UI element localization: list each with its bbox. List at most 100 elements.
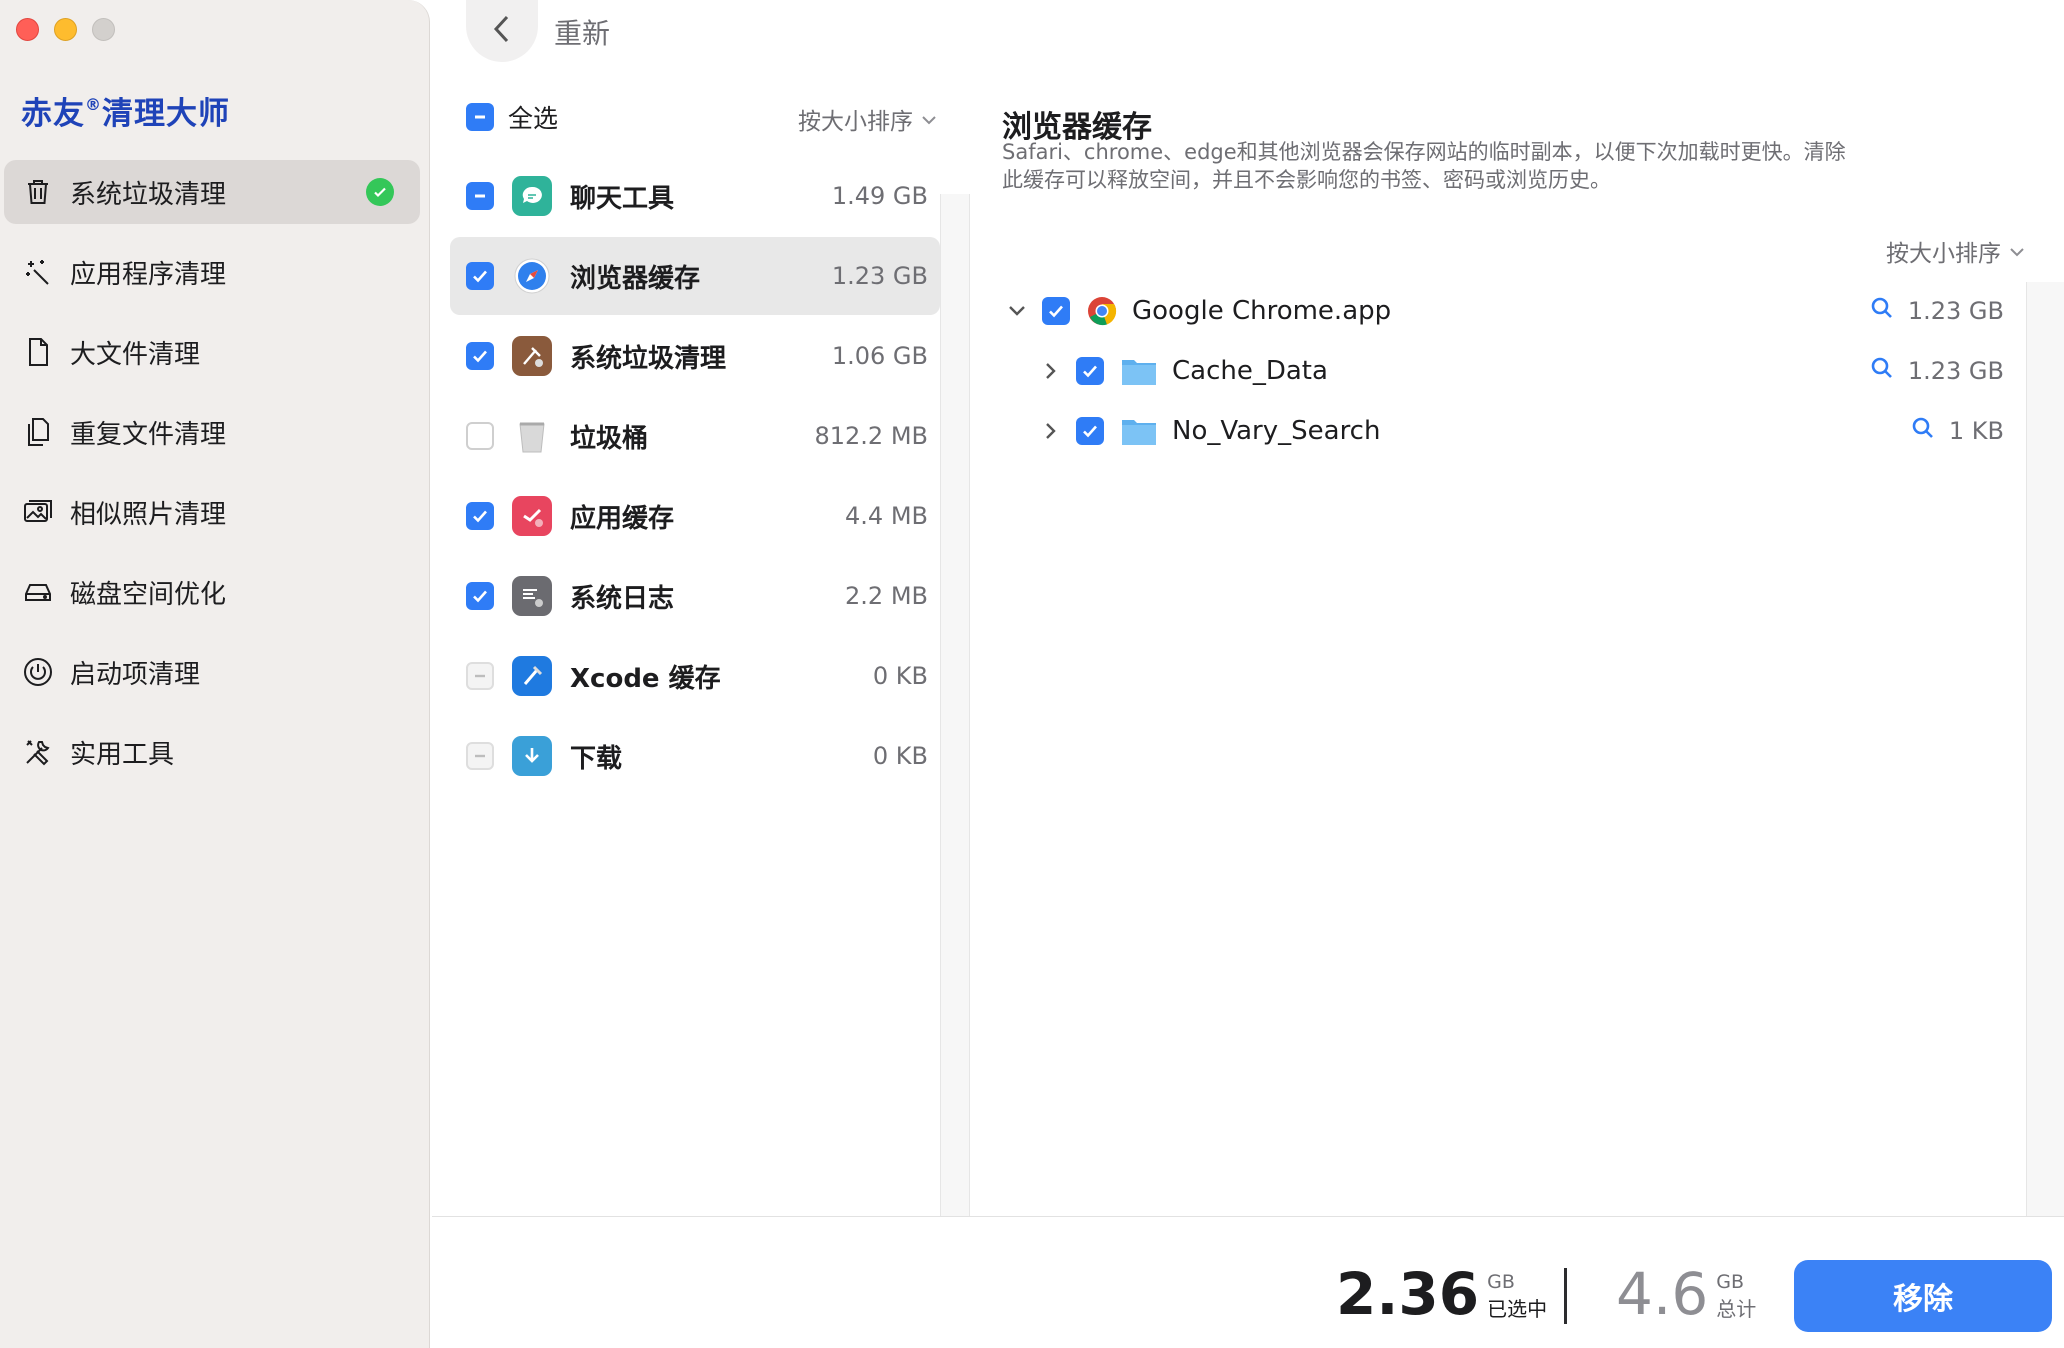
chevron-right-icon[interactable] — [1036, 421, 1066, 441]
list-item-label: 聊天工具 — [570, 183, 675, 214]
sidebar-item-label: 实用工具 — [70, 739, 175, 770]
sidebar-item-startup[interactable]: 启动项清理 — [4, 640, 420, 704]
sidebar-item-system-junk[interactable]: 系统垃圾清理 — [4, 160, 420, 224]
disk-icon — [20, 574, 56, 610]
row-checkbox[interactable] — [466, 742, 494, 770]
list-item-downloads[interactable]: 下载 0 KB — [450, 717, 940, 795]
list-item-size: 4.4 MB — [845, 502, 928, 530]
minimize-window-button[interactable] — [54, 18, 77, 41]
chevron-down-icon[interactable] — [1002, 304, 1032, 318]
row-checkbox[interactable] — [466, 262, 494, 290]
sort-dropdown[interactable]: 按大小排序 — [798, 102, 937, 136]
sidebar-item-label: 相似照片清理 — [70, 499, 227, 530]
total-size-value: 4.6 — [1616, 1260, 1709, 1328]
list-item-size: 1.06 GB — [831, 342, 928, 370]
tree-row-no-vary-search[interactable]: No_Vary_Search — [1036, 406, 1380, 456]
tree-size-cache-data: 1.23 GB — [1870, 356, 2004, 386]
row-checkbox[interactable] — [466, 662, 494, 690]
tools-icon — [20, 734, 56, 770]
detail-scrollbar-track[interactable] — [2026, 282, 2064, 1216]
tree-row-cache-data[interactable]: Cache_Data — [1036, 346, 1328, 396]
list-item-size: 0 KB — [872, 662, 928, 690]
list-item-size: 0 KB — [872, 742, 928, 770]
zoom-window-button[interactable] — [92, 18, 115, 41]
select-all[interactable]: 全选 — [466, 99, 558, 135]
sidebar-item-tools[interactable]: 实用工具 — [4, 720, 420, 784]
list-item-size: 1.49 GB — [831, 182, 928, 210]
tree-row-chrome[interactable]: Google Chrome.app — [1002, 286, 1391, 336]
tree-item-size: 1.23 GB — [1907, 357, 2004, 385]
list-item-app-cache[interactable]: 应用缓存 4.4 MB — [450, 477, 940, 555]
chevron-left-icon — [491, 13, 513, 49]
folder-icon — [1120, 415, 1158, 447]
window-controls — [16, 18, 115, 41]
sort-label: 按大小排序 — [798, 109, 913, 135]
select-all-checkbox[interactable] — [466, 103, 494, 131]
row-checkbox[interactable] — [466, 502, 494, 530]
page-title: 重新 — [554, 17, 611, 50]
row-checkbox[interactable] — [466, 182, 494, 210]
tree-item-name: Cache_Data — [1172, 356, 1328, 386]
remove-button[interactable]: 移除 — [1794, 1260, 2052, 1332]
sidebar-item-large-files[interactable]: 大文件清理 — [4, 320, 420, 384]
tree-item-size: 1.23 GB — [1907, 297, 2004, 325]
tree-size-chrome: 1.23 GB — [1870, 296, 2004, 326]
back-button[interactable] — [466, 0, 538, 62]
chevron-right-icon[interactable] — [1036, 361, 1066, 381]
tree-item-name: Google Chrome.app — [1132, 296, 1392, 326]
list-scrollbar-track[interactable] — [940, 194, 970, 1216]
sidebar-item-similar-photos[interactable]: 相似照片清理 — [4, 480, 420, 544]
document-icon — [20, 334, 56, 370]
footer-divider — [432, 1216, 2064, 1217]
trash-icon — [20, 174, 56, 210]
chrome-icon — [1086, 295, 1118, 327]
search-icon[interactable] — [1870, 296, 1908, 326]
check-circle-icon — [366, 178, 394, 206]
sidebar-item-label: 大文件清理 — [70, 339, 201, 370]
list-item-label: 下载 — [570, 743, 623, 774]
list-item-xcode-cache[interactable]: Xcode 缓存 0 KB — [450, 637, 940, 715]
duplicate-files-icon — [20, 414, 56, 450]
total-size-label: 总计 — [1716, 1297, 1757, 1321]
row-checkbox[interactable] — [466, 422, 494, 450]
list-item-system-log[interactable]: 系统日志 2.2 MB — [450, 557, 940, 635]
close-window-button[interactable] — [16, 18, 39, 41]
list-item-label: Xcode 缓存 — [570, 663, 721, 694]
selected-stat: 2.36 GB 已选中 — [1336, 1264, 1547, 1324]
sidebar-item-label: 重复文件清理 — [70, 419, 227, 450]
tree-item-name: No_Vary_Search — [1172, 416, 1381, 446]
search-icon[interactable] — [1870, 356, 1908, 386]
sidebar-item-disk-optimize[interactable]: 磁盘空间优化 — [4, 560, 420, 624]
list-item-browser-cache[interactable]: 浏览器缓存 1.23 GB — [450, 237, 940, 315]
chevron-down-icon — [2009, 238, 2025, 264]
sidebar-item-label: 系统垃圾清理 — [70, 179, 227, 210]
tree-checkbox[interactable] — [1076, 357, 1104, 385]
sidebar-item-duplicates[interactable]: 重复文件清理 — [4, 400, 420, 464]
list-item-trash[interactable]: 垃圾桶 812.2 MB — [450, 397, 940, 475]
row-checkbox[interactable] — [466, 582, 494, 610]
sidebar-item-label: 启动项清理 — [70, 659, 201, 690]
row-checkbox[interactable] — [466, 342, 494, 370]
downloads-icon — [512, 736, 552, 776]
selected-size-value: 2.36 — [1336, 1260, 1480, 1328]
detail-sort-dropdown[interactable]: 按大小排序 — [1886, 234, 2025, 268]
app-brand: 赤友®清理大师 — [21, 95, 230, 132]
tree-checkbox[interactable] — [1042, 297, 1070, 325]
magic-wand-icon — [20, 254, 56, 290]
list-item-size: 812.2 MB — [814, 422, 928, 450]
power-icon — [20, 654, 56, 690]
total-size-unit: GB — [1716, 1271, 1745, 1293]
sidebar-nav: 系统垃圾清理 应用程序清理 大文件清理 重复文件清理 相似照片清理 磁盘空间优化… — [0, 160, 430, 800]
list-item-system-junk[interactable]: 系统垃圾清理 1.06 GB — [450, 317, 940, 395]
sidebar-item-app-clean[interactable]: 应用程序清理 — [4, 240, 420, 304]
list-item-chat[interactable]: 聊天工具 1.49 GB — [450, 157, 940, 235]
chat-icon — [512, 176, 552, 216]
search-icon[interactable] — [1911, 416, 1949, 446]
tree-checkbox[interactable] — [1076, 417, 1104, 445]
sidebar-item-label: 磁盘空间优化 — [70, 579, 227, 610]
chevron-down-icon — [921, 106, 937, 132]
selected-size-unit: GB — [1487, 1271, 1515, 1293]
list-item-label: 应用缓存 — [570, 503, 675, 534]
sort-label: 按大小排序 — [1886, 241, 2001, 267]
photos-icon — [20, 494, 56, 530]
